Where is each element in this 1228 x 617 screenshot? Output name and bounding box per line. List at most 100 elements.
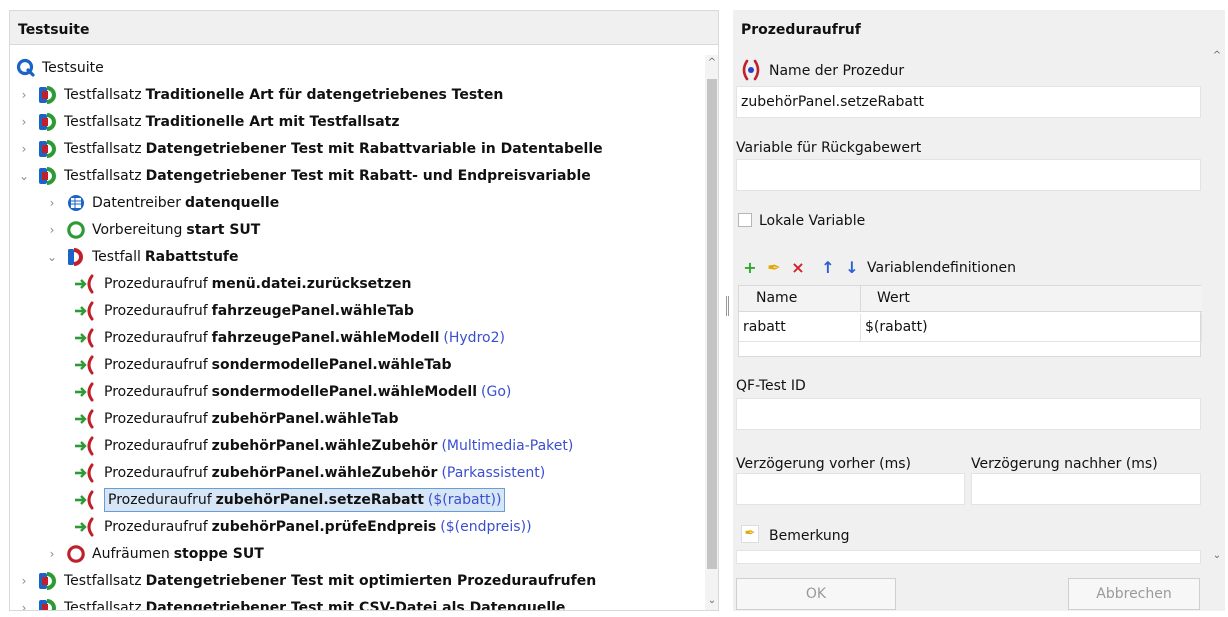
tree-item-text[interactable]: Prozeduraufruf sondermodellePanel.wähleTa… bbox=[104, 352, 452, 378]
tree-item[interactable]: Prozeduraufruf zubehörPanel.wähleZubehör(… bbox=[74, 433, 573, 459]
chevron-down-icon[interactable]: ⌄ bbox=[46, 244, 58, 270]
delete-variable-button[interactable]: × bbox=[787, 258, 809, 280]
tree-item[interactable]: Prozeduraufruf sondermodellePanel.wähleMo… bbox=[74, 379, 511, 405]
tree-item-type: Prozeduraufruf bbox=[104, 303, 208, 319]
tree-item[interactable]: Prozeduraufruf fahrzeugePanel.wähleModell… bbox=[74, 325, 505, 351]
tree-item-text[interactable]: Prozeduraufruf fahrzeugePanel.wähleTab bbox=[104, 298, 414, 324]
tree-item-text[interactable]: Prozeduraufruf fahrzeugePanel.wähleModell… bbox=[104, 325, 505, 351]
tree-item-text[interactable]: Testfallsatz Datengetriebener Test mit op… bbox=[64, 568, 596, 594]
chevron-right-icon[interactable]: › bbox=[18, 568, 30, 594]
tree-item[interactable]: Prozeduraufruf zubehörPanel.wähleZubehör(… bbox=[74, 460, 545, 486]
tree-item-text[interactable]: Prozeduraufruf zubehörPanel.wähleZubehör(… bbox=[104, 433, 573, 459]
tree-item-type: Prozeduraufruf bbox=[104, 276, 208, 292]
tree-item-text[interactable]: Testsuite bbox=[42, 55, 104, 81]
tree-item-type: Aufräumen bbox=[92, 546, 170, 562]
tree-item[interactable]: › Vorbereitung start SUT bbox=[46, 217, 260, 243]
tree-item-text[interactable]: Testfallsatz Traditionelle Art mit Testfa… bbox=[64, 109, 400, 135]
chevron-right-icon[interactable]: › bbox=[18, 136, 30, 162]
tree-item-parameter: (Hydro2) bbox=[443, 330, 505, 346]
tree-item[interactable]: › Testfallsatz Datengetriebener Test mit C… bbox=[18, 595, 566, 611]
column-header-value[interactable]: Wert bbox=[861, 286, 1202, 312]
tree-item[interactable]: Prozeduraufruf fahrzeugePanel.wähleTab bbox=[74, 298, 414, 324]
tree-item[interactable]: ⌄ Testfall Rabattstufe bbox=[46, 244, 239, 270]
tree-item-parameter: ($(rabatt)) bbox=[427, 492, 502, 508]
tree-item[interactable]: Prozeduraufruf zubehörPanel.prüfeEndpreis… bbox=[74, 514, 532, 540]
tree-item[interactable]: Prozeduraufruf zubehörPanel.wähleTab bbox=[74, 406, 399, 432]
tree-item-text[interactable]: Prozeduraufruf zubehörPanel.wähleTab bbox=[104, 406, 399, 432]
chevron-right-icon[interactable]: › bbox=[46, 541, 58, 567]
details-panel-title: Prozeduraufruf bbox=[741, 22, 861, 38]
tree-item-type: Testfallsatz bbox=[64, 141, 142, 157]
tree-item[interactable]: › Datentreiber datenquelle bbox=[46, 190, 279, 216]
variable-definitions-label: Variablendefinitionen bbox=[867, 260, 1016, 276]
local-variable-checkbox[interactable] bbox=[738, 213, 752, 227]
tree-item-name: Datengetriebener Test mit CSV-Datei als … bbox=[145, 600, 566, 611]
tree-item-text[interactable]: Testfallsatz Datengetriebener Test mit Ra… bbox=[64, 136, 603, 162]
tree-item-text[interactable]: Prozeduraufruf menü.datei.zurücksetzen bbox=[104, 271, 411, 297]
move-down-button[interactable]: ↓ bbox=[841, 258, 863, 280]
chevron-right-icon[interactable]: › bbox=[18, 82, 30, 108]
tree-item-text[interactable]: Testfall Rabattstufe bbox=[92, 244, 239, 270]
tree-item[interactable]: › Testfallsatz Traditionelle Art für daten… bbox=[18, 82, 503, 108]
tree-scrollbar-thumb[interactable] bbox=[707, 79, 717, 569]
tree-item[interactable]: Prozeduraufruf sondermodellePanel.wähleTa… bbox=[74, 352, 452, 378]
edit-variable-button[interactable]: ✒ bbox=[763, 258, 785, 280]
setup-icon bbox=[66, 220, 86, 240]
add-variable-button[interactable]: + bbox=[739, 258, 761, 280]
tree-item-text[interactable]: Prozeduraufruf zubehörPanel.setzeRabatt ($… bbox=[104, 488, 506, 512]
procedure-call-icon bbox=[74, 409, 98, 429]
tree-item-text[interactable]: Vorbereitung start SUT bbox=[92, 217, 260, 243]
tree-item-text[interactable]: Testfallsatz Traditionelle Art für dateng… bbox=[64, 82, 503, 108]
delay-before-label: Verzögerung vorher (ms) bbox=[736, 456, 912, 472]
table-cell-name[interactable]: rabatt bbox=[739, 314, 861, 342]
tree-item[interactable]: Prozeduraufruf menü.datei.zurücksetzen bbox=[74, 271, 411, 297]
tree-item[interactable]: › Testfallsatz Datengetriebener Test mit R… bbox=[18, 136, 603, 162]
variable-definitions-table[interactable]: Name Wert rabatt $(rabatt) bbox=[738, 285, 1202, 357]
tree-item-type: Prozeduraufruf bbox=[104, 411, 208, 427]
details-scrollbar[interactable]: ^ ⌄ bbox=[1211, 50, 1223, 570]
column-header-name[interactable]: Name bbox=[739, 286, 861, 312]
tree-item-text[interactable]: Testfallsatz Datengetriebener Test mit Ra… bbox=[64, 163, 591, 189]
tree-item-text[interactable]: Testfallsatz Datengetriebener Test mit CS… bbox=[64, 595, 566, 611]
tree-item[interactable]: Prozeduraufruf zubehörPanel.setzeRabatt ($… bbox=[74, 487, 506, 513]
qftest-id-field[interactable] bbox=[736, 398, 1201, 430]
tree-item-text[interactable]: Prozeduraufruf sondermodellePanel.wähleMo… bbox=[104, 379, 511, 405]
testsuite-panel-title: Testsuite bbox=[10, 11, 718, 45]
tree-item-name: fahrzeugePanel.wähleTab bbox=[211, 303, 414, 319]
tree-scrollbar[interactable]: ^ ⌄ bbox=[705, 55, 718, 610]
ok-button[interactable]: OK bbox=[736, 578, 896, 610]
chevron-right-icon[interactable]: › bbox=[18, 109, 30, 135]
scroll-up-icon[interactable]: ^ bbox=[705, 57, 718, 68]
delay-after-field[interactable] bbox=[971, 473, 1201, 505]
tree-item-text[interactable]: Datentreiber datenquelle bbox=[92, 190, 279, 216]
tree-item-text[interactable]: Prozeduraufruf zubehörPanel.wähleZubehör(… bbox=[104, 460, 545, 486]
procedure-call-icon bbox=[74, 382, 98, 402]
tree-item-type: Datentreiber bbox=[92, 195, 182, 211]
tree-item[interactable]: Testsuite bbox=[16, 55, 104, 81]
return-variable-field[interactable] bbox=[736, 159, 1201, 191]
delay-before-field[interactable] bbox=[736, 473, 965, 505]
chevron-right-icon[interactable]: › bbox=[18, 595, 30, 610]
move-up-button[interactable]: ↑ bbox=[817, 258, 839, 280]
cancel-button[interactable]: Abbrechen bbox=[1068, 578, 1200, 610]
splitter-grip-icon[interactable] bbox=[726, 296, 729, 316]
tree-item-type: Prozeduraufruf bbox=[104, 384, 208, 400]
comment-field[interactable] bbox=[736, 550, 1201, 564]
tree-item-type: Testfallsatz bbox=[64, 168, 142, 184]
procedure-name-field[interactable]: zubehörPanel.setzeRabatt bbox=[736, 86, 1201, 118]
tree-item[interactable]: › Testfallsatz Datengetriebener Test mit o… bbox=[18, 568, 596, 594]
testset-icon bbox=[38, 85, 58, 105]
table-cell-value[interactable]: $(rabatt) bbox=[861, 314, 1202, 342]
tree-item-name: Datengetriebener Test mit optimierten Pr… bbox=[145, 573, 597, 589]
details-scroll-down-icon[interactable]: ⌄ bbox=[1211, 550, 1223, 561]
tree-item-text[interactable]: Prozeduraufruf zubehörPanel.prüfeEndpreis… bbox=[104, 514, 532, 540]
tree-item[interactable]: ⌄ Testfallsatz Datengetriebener Test mit R… bbox=[18, 163, 591, 189]
tree-item[interactable]: › Testfallsatz Traditionelle Art mit Testf… bbox=[18, 109, 400, 135]
chevron-down-icon[interactable]: ⌄ bbox=[18, 163, 30, 189]
chevron-right-icon[interactable]: › bbox=[46, 217, 58, 243]
tree-item[interactable]: › Aufräumen stoppe SUT bbox=[46, 541, 264, 567]
scroll-down-icon[interactable]: ⌄ bbox=[705, 595, 718, 606]
details-scroll-up-icon[interactable]: ^ bbox=[1211, 50, 1223, 61]
tree-item-text[interactable]: Aufräumen stoppe SUT bbox=[92, 541, 264, 567]
chevron-right-icon[interactable]: › bbox=[46, 190, 58, 216]
